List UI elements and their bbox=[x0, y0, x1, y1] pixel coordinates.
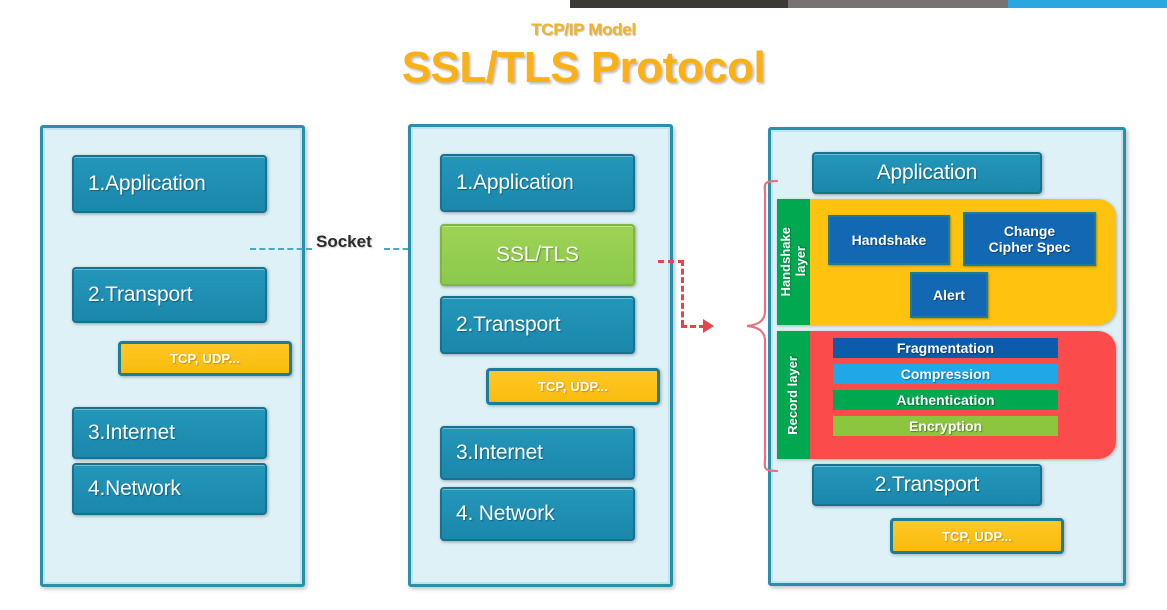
middle-layer-network[interactable]: 4. Network bbox=[440, 487, 635, 541]
left-layer-transport[interactable]: 2.Transport bbox=[72, 267, 267, 323]
topbar-segment-gray bbox=[788, 0, 1008, 8]
right-layer-transport[interactable]: 2.Transport bbox=[812, 464, 1042, 506]
handshake-component-handshake[interactable]: Handshake bbox=[828, 215, 950, 265]
middle-layer-ssl-tls[interactable]: SSL/TLS bbox=[440, 224, 635, 286]
handshake-label-line1: Handshake bbox=[777, 227, 793, 297]
topbar-segment-blue bbox=[1008, 0, 1167, 8]
left-protocols-tcp-udp[interactable]: TCP, UDP... bbox=[118, 341, 292, 376]
middle-layer-internet[interactable]: 3.Internet bbox=[440, 426, 635, 480]
topbar-segment-dark bbox=[570, 0, 788, 8]
handshake-label-line2: layer bbox=[792, 246, 808, 278]
record-component-authentication[interactable]: Authentication bbox=[833, 390, 1058, 410]
left-layer-application[interactable]: 1.Application bbox=[72, 155, 267, 213]
record-component-fragmentation[interactable]: Fragmentation bbox=[833, 338, 1058, 358]
diagram-subtitle: TCP/IP Model bbox=[531, 20, 636, 39]
right-layer-application[interactable]: Application bbox=[812, 152, 1042, 194]
diagram-title: SSL/TLS Protocol bbox=[401, 43, 766, 92]
ssl-scope-brace bbox=[746, 179, 778, 473]
change-cipher-spec-label: Change Cipher Spec bbox=[988, 222, 1071, 255]
record-component-encryption[interactable]: Encryption bbox=[833, 416, 1058, 436]
record-layer-vertical-label: Record layer bbox=[777, 331, 810, 459]
left-layer-network[interactable]: 4.Network bbox=[72, 463, 267, 515]
middle-protocols-tcp-udp[interactable]: TCP, UDP... bbox=[486, 368, 660, 405]
handshake-component-change-cipher-spec[interactable]: Change Cipher Spec bbox=[963, 212, 1096, 266]
red-connector-vertical-segment bbox=[681, 260, 684, 326]
diagram-canvas: TCP/IP Model SSL/TLS Protocol 1.Applicat… bbox=[0, 0, 1167, 610]
red-connector-arrowhead bbox=[703, 319, 714, 333]
record-layer-label-text: Record layer bbox=[785, 355, 801, 435]
middle-layer-application[interactable]: 1.Application bbox=[440, 154, 635, 212]
handshake-component-alert[interactable]: Alert bbox=[910, 272, 988, 318]
socket-dashed-line-left bbox=[250, 248, 312, 250]
middle-layer-transport[interactable]: 2.Transport bbox=[440, 296, 635, 354]
handshake-layer-vertical-label: Handshake layer bbox=[777, 199, 810, 325]
red-connector-bottom-segment bbox=[681, 325, 705, 328]
record-component-compression[interactable]: Compression bbox=[833, 364, 1058, 384]
socket-label: Socket bbox=[316, 232, 372, 251]
left-layer-internet[interactable]: 3.Internet bbox=[72, 407, 267, 459]
right-protocols-tcp-udp[interactable]: TCP, UDP... bbox=[890, 518, 1064, 554]
